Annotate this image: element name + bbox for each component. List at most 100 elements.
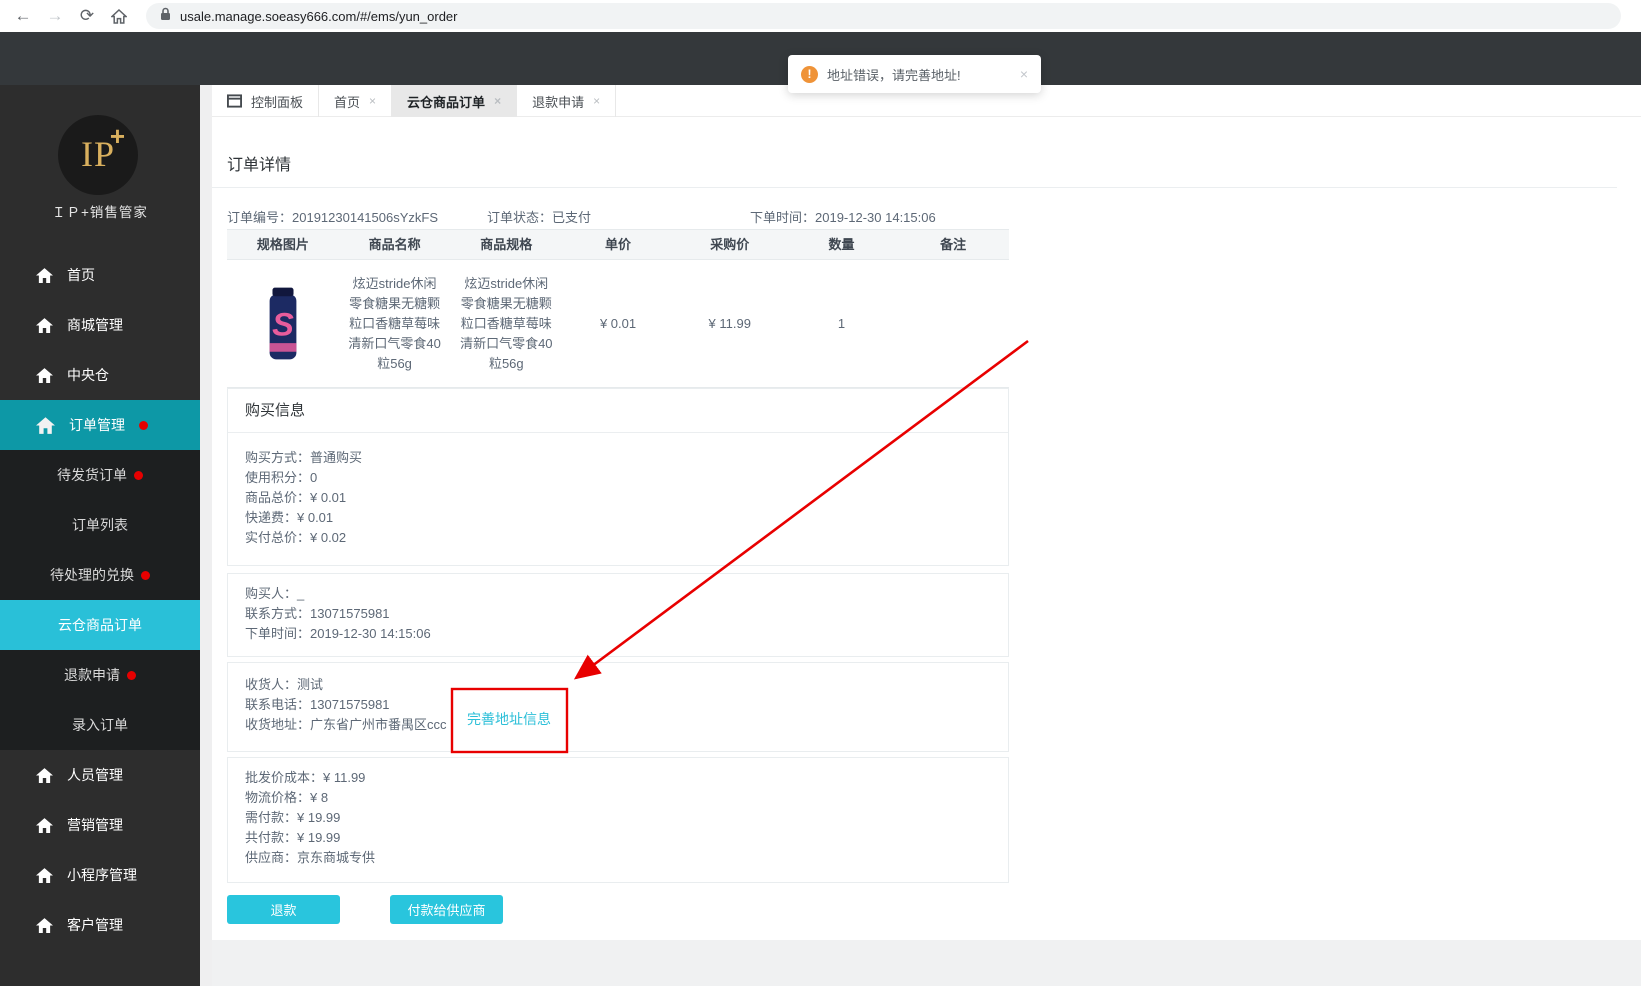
notification-dot xyxy=(141,570,150,580)
sidebar-item-mall-management[interactable]: 商城管理 xyxy=(0,300,200,350)
sidebar-item-label: 人员管理 xyxy=(67,767,123,783)
supplier-info-lines: 批发价成本：¥ 11.99 物流价格：¥ 8 需付款：¥ 19.99 共付款：¥… xyxy=(228,758,1008,868)
divider xyxy=(212,187,1617,188)
house-icon xyxy=(36,817,53,833)
receiver-address: 收货地址：广东省广州市番禺区ccc xyxy=(245,717,447,732)
unit-price-cell: ¥ 0.01 xyxy=(599,316,637,331)
sidebar-item-home[interactable]: 首页 xyxy=(0,250,200,300)
tab-cloud-warehouse-orders[interactable]: 云仓商品订单 × xyxy=(392,85,518,117)
house-icon xyxy=(36,367,53,383)
refund-button[interactable]: 退款 xyxy=(227,895,340,924)
warning-icon: ! xyxy=(801,65,818,83)
purchase-info-box: 购买信息 购买方式：普通购买 使用积分：0 商品总价：¥ 0.01 快递费：¥ … xyxy=(227,388,1009,566)
sidebar-item-label: 订单管理 xyxy=(69,417,125,433)
amount-due: 需付款：¥ 19.99 xyxy=(245,810,341,825)
url-bar[interactable]: usale.manage.soeasy666.com/#/ems/yun_ord… xyxy=(146,3,1621,29)
close-icon[interactable]: × xyxy=(1020,66,1028,82)
sidebar-item-order-list[interactable]: 订单列表 xyxy=(0,500,200,550)
buyer-info-box: 购买人：_ 联系方式：13071575981 下单时间：2019-12-30 1… xyxy=(227,573,1009,657)
page-title: 订单详情 xyxy=(227,157,292,174)
buyer-order-time: 下单时间：2019-12-30 14:15:06 xyxy=(245,626,431,641)
toast-address-error: ! 地址错误，请完善地址! × xyxy=(788,55,1041,93)
tab-label: 退款申请 xyxy=(532,94,585,110)
receiver-info-lines: 收货人：测试 联系电话：13071575981 收货地址：广东省广州市番禺区cc… xyxy=(228,663,1008,735)
back-icon[interactable]: ← xyxy=(12,6,34,26)
purchase-info-lines: 购买方式：普通购买 使用积分：0 商品总价：¥ 0.01 快递费：¥ 0.01 … xyxy=(228,433,1008,548)
home-browser-icon[interactable] xyxy=(108,8,130,24)
col-header: 备注 xyxy=(940,237,967,252)
order-items-table: 规格图片 商品名称 商品规格 单价 采购价 数量 备注 S 炫迈stride休闲… xyxy=(227,229,1009,388)
sidebar-item-enter-order[interactable]: 录入订单 xyxy=(0,700,200,750)
logo-text: IP xyxy=(80,134,115,174)
sidebar-item-refund-requests[interactable]: 退款申请 xyxy=(0,650,200,700)
supplier-name: 供应商：京东商城专供 xyxy=(245,850,376,865)
amount-paid: 共付款：¥ 19.99 xyxy=(245,830,341,845)
col-header: 规格图片 xyxy=(256,237,309,252)
receiver-info-box: 收货人：测试 联系电话：13071575981 收货地址：广东省广州市番禺区cc… xyxy=(227,662,1009,752)
sidebar-item-label: 商城管理 xyxy=(67,317,123,333)
goods-total: 商品总价：¥ 0.01 xyxy=(245,490,347,505)
notification-dot xyxy=(134,470,143,480)
house-icon xyxy=(36,267,53,283)
toast-message: 地址错误，请完善地址! xyxy=(827,67,961,83)
sidebar-item-central-warehouse[interactable]: 中央仓 xyxy=(0,350,200,400)
sidebar-item-label: 中央仓 xyxy=(67,367,109,383)
col-header: 数量 xyxy=(828,237,855,252)
house-icon xyxy=(36,917,53,933)
product-image-cell: S xyxy=(227,260,339,387)
dashboard-icon xyxy=(227,94,242,108)
browser-toolbar: ← → ⟳ usale.manage.soeasy666.com/#/ems/y… xyxy=(0,0,1641,32)
tab-refund-requests[interactable]: 退款申请 × xyxy=(517,85,617,117)
sidebar-item-pending-shipment-orders[interactable]: 待发货订单 xyxy=(0,450,200,500)
tab-label: 控制面板 xyxy=(251,94,304,110)
complete-address-link[interactable]: 完善地址信息 xyxy=(467,709,551,729)
sidebar-item-label: 待处理的兑换 xyxy=(50,567,134,583)
paid-total: 实付总价：¥ 0.02 xyxy=(245,530,347,545)
layout-gutter xyxy=(200,85,212,986)
receiver-name: 收货人：测试 xyxy=(245,677,324,692)
sidebar-item-pending-exchanges[interactable]: 待处理的兑换 xyxy=(0,550,200,600)
wholesale-cost: 批发价成本：¥ 11.99 xyxy=(245,770,366,785)
sidebar-item-label: 录入订单 xyxy=(72,717,128,733)
table-row: S 炫迈stride休闲零食糖果无糖颗粒口香糖草莓味清新口气零食40粒56g 炫… xyxy=(227,260,1009,388)
sidebar-item-label: 云仓商品订单 xyxy=(58,617,142,633)
col-header: 商品名称 xyxy=(368,237,421,252)
house-icon xyxy=(36,317,53,333)
logo-plus: + xyxy=(109,121,125,151)
sidebar-item-customer-management[interactable]: 客户管理 xyxy=(0,900,200,950)
col-header: 采购价 xyxy=(710,237,750,252)
order-number: 订单编号：20191230141506sYzkFS xyxy=(227,210,439,225)
pay-supplier-button[interactable]: 付款给供应商 xyxy=(390,895,503,924)
sidebar-item-label: 小程序管理 xyxy=(67,867,137,883)
col-header: 单价 xyxy=(605,237,632,252)
sidebar: IP + ＩＰ+销售管家 首页 商城管理 中央仓 订单管理 待发货订单 订单列表… xyxy=(0,85,200,986)
sidebar-item-label: 待发货订单 xyxy=(57,467,127,483)
url-text: usale.manage.soeasy666.com/#/ems/yun_ord… xyxy=(180,8,458,24)
tab-dashboard[interactable]: 控制面板 xyxy=(212,85,320,117)
close-icon[interactable]: × xyxy=(494,94,501,108)
sidebar-item-cloud-warehouse-orders[interactable]: 云仓商品订单 xyxy=(0,600,200,650)
tab-label: 云仓商品订单 xyxy=(407,94,486,110)
house-icon xyxy=(36,416,55,434)
sidebar-item-label: 客户管理 xyxy=(67,917,123,933)
refresh-icon[interactable]: ⟳ xyxy=(76,6,98,26)
notification-dot xyxy=(127,670,136,680)
purchase-price-cell: ¥ 11.99 xyxy=(708,316,751,331)
receiver-phone: 联系电话：13071575981 xyxy=(245,697,390,712)
sidebar-item-marketing-management[interactable]: 营销管理 xyxy=(0,800,200,850)
remark-cell xyxy=(897,260,1009,387)
buyer-info-lines: 购买人：_ 联系方式：13071575981 下单时间：2019-12-30 1… xyxy=(228,574,1008,644)
sidebar-item-miniprogram-management[interactable]: 小程序管理 xyxy=(0,850,200,900)
close-icon[interactable]: × xyxy=(369,94,376,108)
tab-home[interactable]: 首页 × xyxy=(319,85,393,117)
sidebar-item-order-management[interactable]: 订单管理 xyxy=(0,400,200,450)
quantity-cell: 1 xyxy=(837,316,846,331)
forward-icon[interactable]: → xyxy=(44,6,66,26)
close-icon[interactable]: × xyxy=(593,94,600,108)
shipping-fee: 快递费：¥ 0.01 xyxy=(245,510,334,525)
product-spec-cell: 炫迈stride休闲零食糖果无糖颗粒口香糖草莓味清新口气零食40粒56g xyxy=(460,275,553,371)
order-status: 订单状态：已支付 xyxy=(487,210,592,225)
sidebar-item-personnel-management[interactable]: 人员管理 xyxy=(0,750,200,800)
buyer-name: 购买人：_ xyxy=(245,586,305,601)
brand-logo: IP + xyxy=(58,115,138,195)
